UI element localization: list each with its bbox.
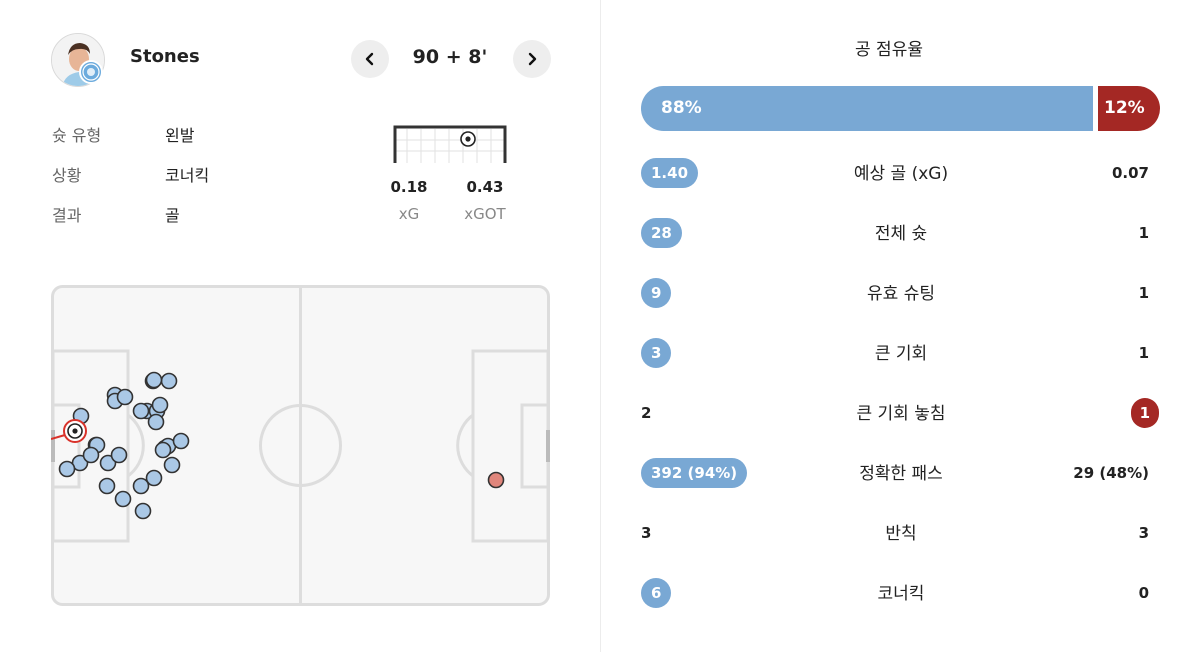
home-shot-marker[interactable]	[58, 460, 76, 478]
player-name[interactable]: Stones	[130, 46, 200, 67]
home-shot-marker[interactable]	[98, 477, 116, 495]
stat-home-value: 9	[641, 278, 672, 308]
stat-label: 예상 골 (xG)	[853, 164, 949, 184]
stat-home-value: 3	[641, 524, 652, 542]
stat-label: 큰 기회 놓침	[856, 404, 946, 424]
stat-home-value: 1.40	[641, 158, 699, 188]
xg-label: xG	[398, 205, 420, 223]
possession-away: 12%	[1098, 86, 1160, 131]
home-shot-marker[interactable]	[116, 388, 134, 406]
stat-away-value: 0	[1138, 584, 1149, 602]
home-shot-marker[interactable]	[145, 469, 163, 487]
stat-away-value: 1	[1138, 344, 1149, 362]
home-shot-marker[interactable]	[134, 502, 152, 520]
home-shot-marker[interactable]	[163, 456, 181, 474]
stat-row-total-shots: 28 전체 슛 1	[601, 217, 1177, 249]
match-stats-panel: 공 점유율 88% 12% 1.40 예상 골 (xG) 0.07 28 전체 …	[601, 0, 1177, 652]
stat-row-big-chances-missed: 2 큰 기회 놓침 1	[601, 397, 1177, 429]
xgot-value: 0.43	[466, 178, 504, 196]
stat-away-value: 1	[1130, 398, 1159, 428]
stat-home-value: 28	[641, 218, 682, 248]
soccer-ball-icon	[67, 423, 83, 439]
xg-value: 0.18	[390, 178, 428, 196]
stat-row-big-chances: 3 큰 기회 1	[601, 337, 1177, 369]
stat-away-value: 0.07	[1111, 164, 1149, 182]
home-shot-marker[interactable]	[160, 372, 178, 390]
shot-type-label: 슛 유형	[52, 126, 102, 145]
home-shot-marker[interactable]	[154, 441, 172, 459]
previous-shot-button[interactable]	[351, 40, 389, 78]
home-shot-marker[interactable]	[172, 432, 190, 450]
stat-home-value: 2	[641, 404, 652, 422]
stat-label: 정확한 패스	[859, 464, 943, 484]
home-shot-marker[interactable]	[147, 413, 165, 431]
chevron-left-icon	[365, 52, 374, 66]
situation-value: 코너킥	[165, 166, 210, 185]
result-label: 결과	[52, 206, 82, 225]
stat-home-value: 392 (94%)	[641, 458, 748, 488]
shot-map-pitch	[51, 285, 550, 606]
stat-label: 유효 슈팅	[867, 284, 935, 304]
away-shot-marker[interactable]	[487, 471, 505, 489]
possession-title: 공 점유율	[855, 40, 923, 60]
stat-label: 코너킥	[877, 584, 925, 604]
home-shot-marker[interactable]	[110, 446, 128, 464]
home-shot-marker[interactable]	[145, 371, 163, 389]
stat-row-corners: 6 코너킥 0	[601, 577, 1177, 609]
home-shot-marker[interactable]	[151, 396, 169, 414]
stat-away-value: 29 (48%)	[1073, 464, 1149, 482]
stat-home-value: 3	[641, 338, 672, 368]
stat-away-value: 1	[1138, 284, 1149, 302]
stat-row-xg: 1.40 예상 골 (xG) 0.07	[601, 157, 1177, 189]
situation-label: 상황	[52, 166, 82, 185]
home-shot-marker[interactable]	[82, 446, 100, 464]
shot-minute: 90 + 8'	[412, 46, 488, 68]
stat-home-value: 6	[641, 578, 672, 608]
possession-home: 88%	[641, 86, 1093, 131]
chevron-right-icon	[528, 52, 537, 66]
stat-row-shots-on-target: 9 유효 슈팅 1	[601, 277, 1177, 309]
home-shot-marker[interactable]	[132, 402, 150, 420]
stat-label: 큰 기회	[874, 344, 928, 364]
stat-row-accurate-passes: 392 (94%) 정확한 패스 29 (48%)	[601, 457, 1177, 489]
goal-frame-graphic	[393, 125, 507, 163]
stat-row-fouls: 3 반칙 3	[601, 517, 1177, 549]
stat-label: 전체 슛	[874, 224, 928, 244]
stat-label: 반칙	[885, 524, 917, 544]
soccer-ball-icon	[460, 131, 476, 147]
club-badge-icon	[79, 60, 103, 84]
result-value: 골	[165, 206, 180, 225]
stat-away-value: 1	[1138, 224, 1149, 242]
shot-type-value: 왼발	[165, 126, 195, 145]
possession-bar: 88% 12%	[641, 86, 1160, 131]
xgot-label: xGOT	[464, 205, 506, 223]
home-shot-marker[interactable]	[114, 490, 132, 508]
next-shot-button[interactable]	[513, 40, 551, 78]
shot-detail-panel: Stones 90 + 8' 슛 유형 왼발 상황 코너킥 결과 골 0.18 …	[0, 0, 600, 652]
stat-away-value: 3	[1138, 524, 1149, 542]
